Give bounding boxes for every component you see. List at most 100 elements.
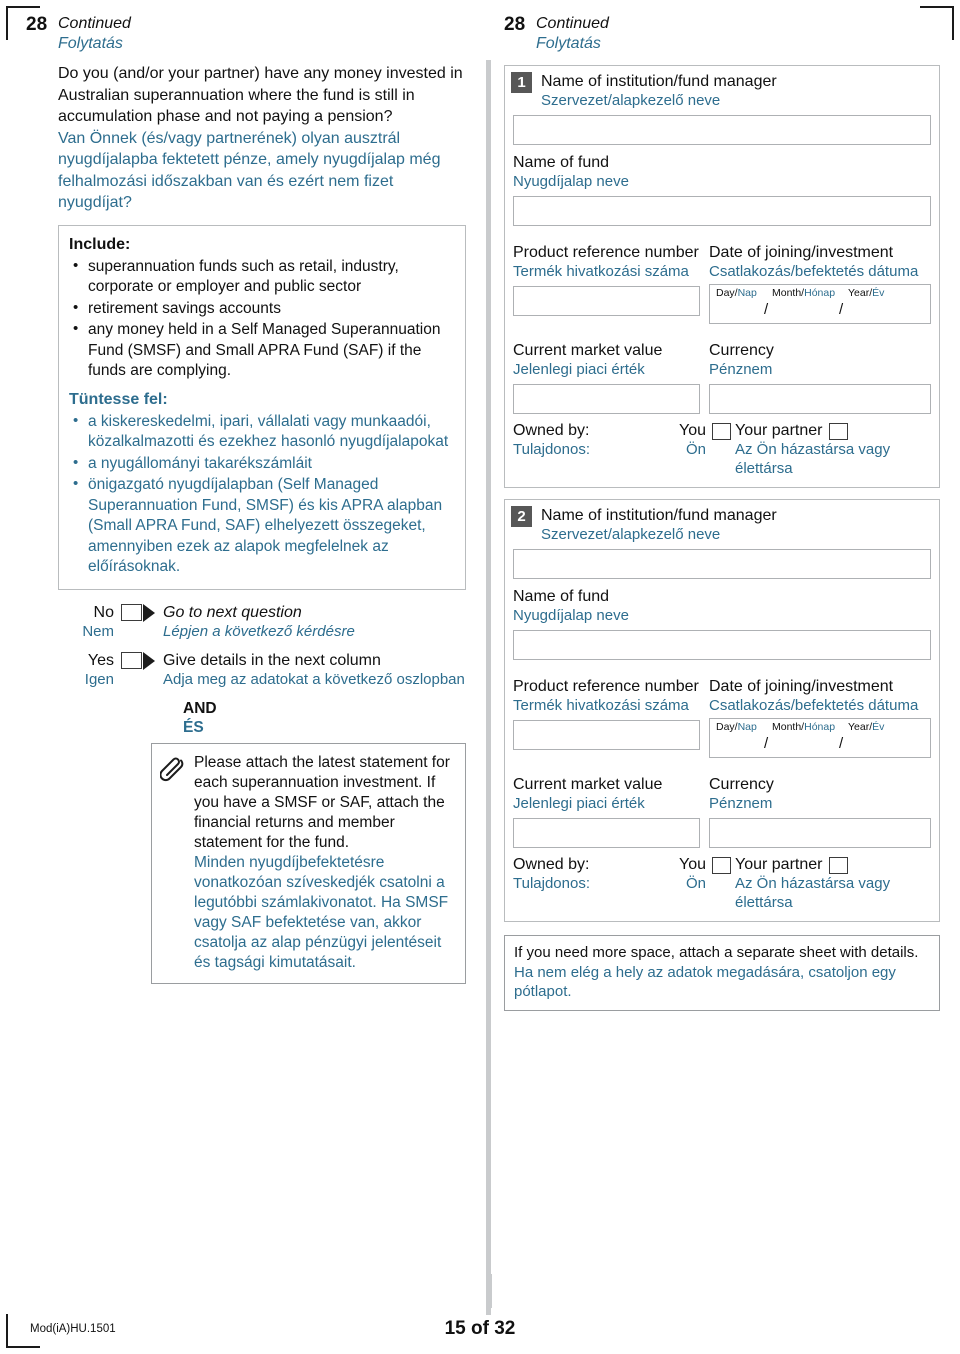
- answer-row-yes: Yes Igen Give details in the next column…: [58, 651, 466, 689]
- checkbox-no[interactable]: [121, 604, 142, 621]
- checkbox-yes[interactable]: [121, 652, 142, 669]
- product-ref-input[interactable]: [513, 286, 700, 316]
- year-label: Year/Év: [848, 287, 885, 299]
- list-item: superannuation funds such as retail, ind…: [69, 256, 455, 298]
- block-2-ref-date-row: Product reference number Termék hivatkoz…: [505, 669, 939, 758]
- owner-you-label-hu: Ön: [685, 875, 706, 892]
- institution-label: Name of institution/fund manager Szervez…: [541, 506, 777, 544]
- answer-yes-action-hu: Adja meg az adatokat a következő oszlopb…: [163, 670, 465, 688]
- institution-label-hu: Szervezet/alapkezelő neve: [541, 526, 721, 543]
- owned-by-label: Owned by: Tulajdonos:: [513, 421, 633, 459]
- answer-yes-label-en: Yes: [87, 651, 114, 669]
- answer-yes-checkbox-group[interactable]: [121, 651, 159, 670]
- date-slash-1: /: [764, 735, 769, 752]
- date-label-hu: Csatlakozás/befektetés dátuma: [709, 263, 919, 280]
- checkbox-owner-partner[interactable]: [829, 423, 849, 440]
- right-question-header: 28 Continued Folytatás: [504, 14, 940, 54]
- question-header: 28 Continued Folytatás: [26, 14, 466, 54]
- attachment-note-body: Please attach the latest statement for e…: [194, 753, 455, 973]
- list-item: önigazgató nyugdíjalapban (Self Managed …: [69, 474, 455, 578]
- institution-label-en: Name of institution/fund manager: [541, 507, 777, 524]
- answer-no-label-en: No: [93, 603, 114, 621]
- fund-name-input[interactable]: [513, 630, 931, 660]
- fund-label-en: Name of fund: [513, 588, 610, 605]
- page-number: 15 of 32: [444, 1318, 516, 1339]
- fund-label: Name of fund Nyugdíjalap neve: [513, 587, 931, 625]
- more-space-note-hu: Ha nem elég a hely az adatok megadására,…: [514, 963, 896, 1001]
- checkbox-owner-partner[interactable]: [829, 857, 849, 874]
- owned-by-label-hu: Tulajdonos:: [513, 441, 590, 458]
- date-label: Date of joining/investment Csatlakozás/b…: [709, 677, 931, 715]
- answer-no-checkbox-group[interactable]: [121, 603, 159, 622]
- checkbox-owner-you[interactable]: [712, 423, 731, 440]
- question-text: Do you (and/or your partner) have any mo…: [58, 63, 466, 214]
- more-space-note-en: If you need more space, attach a separat…: [514, 944, 919, 961]
- product-ref-label-hu: Termék hivatkozási száma: [513, 263, 689, 280]
- owner-you-label-en: You: [679, 422, 706, 439]
- owner-partner-label-hu: Az Ön házastársa vagy élettársa: [735, 875, 891, 911]
- fund-label-hu: Nyugdíjalap neve: [513, 607, 629, 624]
- attachment-note-hu: Minden nyugdíjbefektetésre vonatkozóan s…: [194, 853, 449, 971]
- month-label: Month/Hónap: [772, 287, 836, 299]
- paperclip-icon: [159, 753, 194, 790]
- include-heading-hu: Tüntesse fel:: [69, 390, 168, 408]
- product-ref-cell: Product reference number Termék hivatkoz…: [513, 669, 709, 758]
- block-2-value-currency-row: Current market value Jelenlegi piaci ért…: [505, 767, 939, 848]
- include-list-hu: a kiskereskedelmi, ipari, vállalati vagy…: [69, 411, 455, 578]
- attachment-note-en: Please attach the latest statement for e…: [194, 753, 450, 851]
- checkbox-owner-you[interactable]: [712, 857, 731, 874]
- and-label-hu: ÉS: [183, 718, 204, 736]
- answer-no-action-en: Go to next question: [163, 603, 302, 621]
- institution-name-input[interactable]: [513, 549, 931, 579]
- right-continued-label-en: Continued: [536, 15, 609, 32]
- more-space-note: If you need more space, attach a separat…: [504, 935, 940, 1011]
- answer-no-labels: No Nem: [58, 603, 121, 641]
- market-value-input[interactable]: [513, 384, 700, 414]
- product-ref-input[interactable]: [513, 720, 700, 750]
- market-value-label: Current market value Jelenlegi piaci ért…: [513, 341, 700, 379]
- currency-cell: Currency Pénznem: [709, 333, 931, 414]
- block-1-owned-by-row: Owned by: Tulajdonos: You Ön Your partne…: [505, 414, 939, 487]
- date-input-group[interactable]: Day/Nap Month/Hónap Year/Év / /: [709, 284, 931, 324]
- market-value-input[interactable]: [513, 818, 700, 848]
- investment-block-2: 2 Name of institution/fund manager Szerv…: [504, 499, 940, 922]
- answer-options: No Nem Go to next question Lépjen a köve…: [58, 603, 466, 737]
- footer-divider-tick: [488, 1274, 492, 1308]
- answer-no-action: Go to next question Lépjen a következő k…: [159, 603, 355, 641]
- date-label-en: Date of joining/investment: [709, 244, 894, 261]
- product-ref-label-en: Product reference number: [513, 678, 699, 695]
- block-1-value-currency-row: Current market value Jelenlegi piaci ért…: [505, 333, 939, 414]
- block-1-header: 1 Name of institution/fund manager Szerv…: [505, 66, 939, 110]
- institution-label: Name of institution/fund manager Szervez…: [541, 72, 777, 110]
- right-question-number: 28: [504, 14, 526, 35]
- arrow-right-icon: [143, 651, 155, 670]
- owner-you-label-hu: Ön: [685, 441, 706, 458]
- block-2-header: 2 Name of institution/fund manager Szerv…: [505, 500, 939, 544]
- list-item: a kiskereskedelmi, ipari, vállalati vagy…: [69, 411, 455, 453]
- question-number: 28: [26, 14, 48, 35]
- owner-partner-label-en: Your partner: [735, 856, 823, 873]
- date-separators: / /: [710, 301, 930, 321]
- owner-partner-option[interactable]: Your partner Az Ön házastársa vagy élett…: [735, 421, 931, 478]
- institution-name-input[interactable]: [513, 115, 931, 145]
- currency-input[interactable]: [709, 818, 931, 848]
- product-ref-label: Product reference number Termék hivatkoz…: [513, 243, 700, 281]
- market-value-cell: Current market value Jelenlegi piaci ért…: [513, 333, 709, 414]
- currency-input[interactable]: [709, 384, 931, 414]
- list-item: a nyugállományi takarékszámláit: [69, 453, 455, 475]
- date-input-group[interactable]: Day/Nap Month/Hónap Year/Év / /: [709, 718, 931, 758]
- date-label-en: Date of joining/investment: [709, 678, 894, 695]
- list-item: any money held in a Self Managed Superan…: [69, 319, 455, 382]
- market-value-label: Current market value Jelenlegi piaci ért…: [513, 775, 700, 813]
- fund-label: Name of fund Nyugdíjalap neve: [513, 153, 931, 191]
- block-number-badge: 1: [511, 72, 532, 93]
- fund-name-input[interactable]: [513, 196, 931, 226]
- owner-you-option[interactable]: You Ön: [633, 421, 735, 459]
- institution-label-hu: Szervezet/alapkezelő neve: [541, 92, 721, 109]
- right-question-continued: Continued Folytatás: [536, 14, 609, 54]
- owner-partner-option[interactable]: Your partner Az Ön házastársa vagy élett…: [735, 855, 931, 912]
- owner-you-option[interactable]: You Ön: [633, 855, 735, 893]
- right-continued-label-hu: Folytatás: [536, 35, 601, 52]
- date-slash-1: /: [764, 301, 769, 318]
- day-label: Day/Nap: [716, 721, 757, 733]
